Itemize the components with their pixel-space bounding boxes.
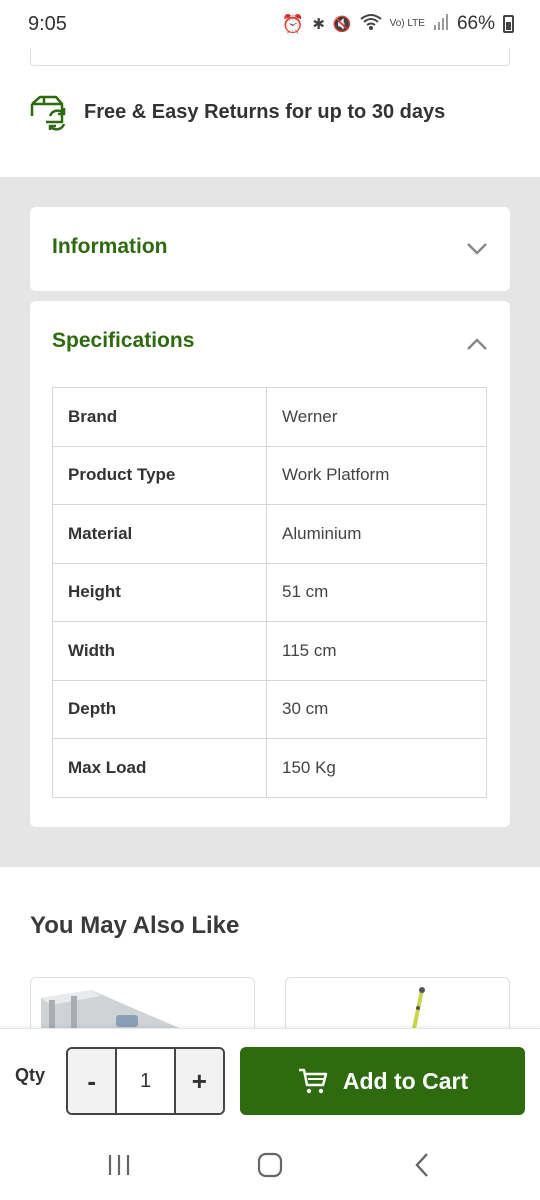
spec-label: Depth <box>52 679 267 739</box>
spec-value: Work Platform <box>266 445 487 505</box>
spec-row: Height 51 cm <box>52 562 487 622</box>
spec-row: Max Load 150 Kg <box>52 738 487 798</box>
status-icons: ⏰ ✱ 🔇 Vo) LTE 66% <box>282 13 514 36</box>
returns-text: Free & Easy Returns for up to 30 days <box>84 100 446 123</box>
volte-icon: Vo) LTE <box>389 18 425 29</box>
spec-value: Aluminium <box>266 504 487 564</box>
spec-value: 30 cm <box>266 679 487 739</box>
chevron-up-icon[interactable] <box>466 333 488 355</box>
spec-row: Material Aluminium <box>52 504 487 564</box>
add-to-cart-button[interactable]: Add to Cart <box>240 1047 525 1115</box>
information-title: Information <box>52 235 168 258</box>
spec-row: Brand Werner <box>52 387 487 447</box>
information-accordion[interactable]: Information <box>30 207 510 291</box>
spec-row: Depth 30 cm <box>52 679 487 739</box>
add-to-cart-label: Add to Cart <box>342 1067 469 1094</box>
quantity-input[interactable]: 1 <box>115 1049 176 1113</box>
back-icon[interactable] <box>408 1150 438 1180</box>
cart-icon <box>298 1068 328 1094</box>
wifi-icon <box>359 13 382 36</box>
bluetooth-icon: ✱ <box>312 16 325 33</box>
add-to-cart-bar: Qty - 1 + Add to Cart <box>0 1028 540 1128</box>
signal-icon <box>433 13 449 36</box>
spec-label: Max Load <box>52 738 267 798</box>
spec-value: 115 cm <box>266 621 487 681</box>
spec-value: Werner <box>266 387 487 447</box>
decrease-quantity-button[interactable]: - <box>68 1049 116 1113</box>
quantity-stepper: - 1 + <box>66 1047 225 1115</box>
spec-label: Width <box>52 621 267 681</box>
chevron-down-icon[interactable] <box>466 237 488 259</box>
spec-label: Material <box>52 504 267 564</box>
specifications-title[interactable]: Specifications <box>52 329 194 353</box>
returns-banner: Free & Easy Returns for up to 30 days <box>28 92 445 132</box>
spec-value: 150 Kg <box>266 738 487 798</box>
specifications-table: Brand Werner Product Type Work Platform Mate… <box>52 387 487 798</box>
status-time: 9:05 <box>28 12 67 35</box>
battery-icon <box>503 15 514 33</box>
battery-percent: 66% <box>456 13 495 34</box>
spec-row: Product Type Work Platform <box>52 445 487 505</box>
status-bar: 9:05 ⏰ ✱ 🔇 Vo) LTE 66% <box>0 0 540 48</box>
box-return-icon <box>30 95 66 131</box>
qty-label: Qty <box>15 1065 46 1085</box>
spec-label: Height <box>52 562 267 622</box>
spec-label: Product Type <box>52 445 267 505</box>
recommendations-title: You May Also Like <box>30 912 240 939</box>
increase-quantity-button[interactable]: + <box>175 1049 223 1113</box>
spec-value: 51 cm <box>266 562 487 622</box>
home-icon[interactable] <box>255 1150 285 1180</box>
mute-icon: 🔇 <box>332 16 352 33</box>
alarm-icon: ⏰ <box>281 13 305 34</box>
recent-apps-icon[interactable] <box>104 1150 134 1180</box>
system-navigation-bar <box>0 1130 540 1200</box>
specifications-accordion: Specifications Brand Werner Product Type Wo… <box>30 301 510 827</box>
spec-row: Width 115 cm <box>52 621 487 681</box>
spec-label: Brand <box>52 387 267 447</box>
